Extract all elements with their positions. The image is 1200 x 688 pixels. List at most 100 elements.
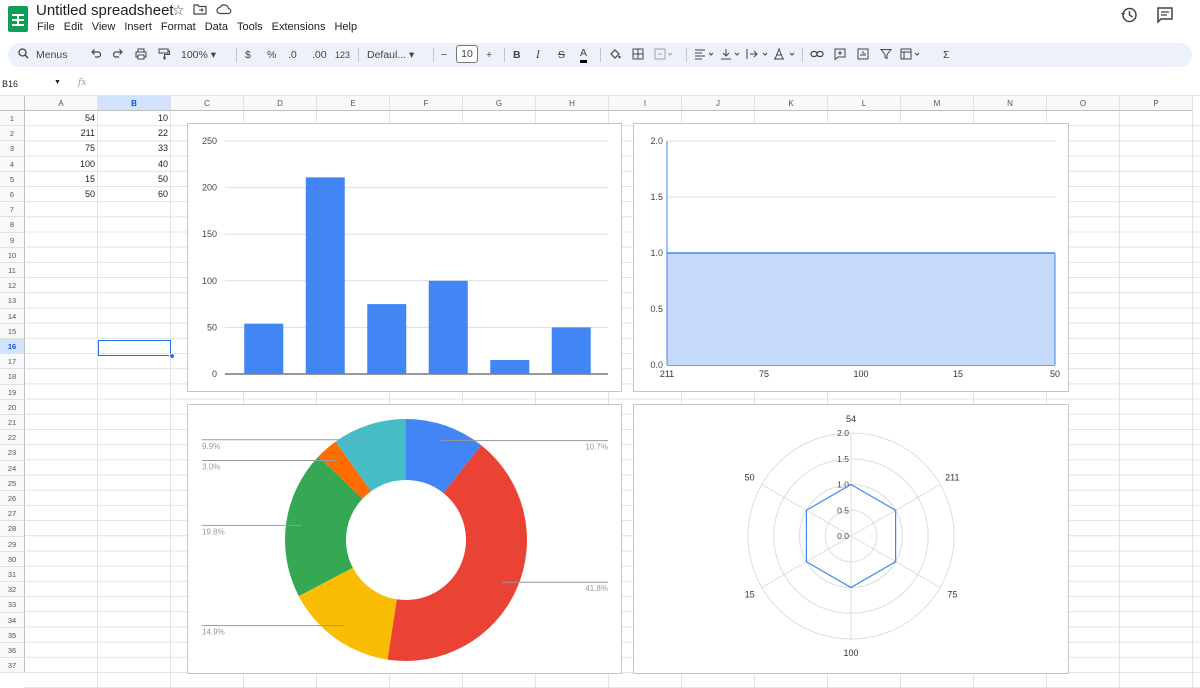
bold-button[interactable]: B (513, 48, 521, 62)
row-header[interactable]: 4 (0, 156, 25, 172)
zoom-select[interactable]: 100% ▾ (181, 48, 216, 62)
cloud-saved-icon[interactable] (216, 2, 232, 18)
row-header[interactable]: 10 (0, 247, 25, 263)
sheets-logo-icon[interactable] (8, 6, 28, 32)
row-header[interactable]: 28 (0, 521, 25, 537)
bar-chart[interactable]: 0 50 100 150 200 250 (187, 123, 622, 392)
row-header[interactable]: 5 (0, 171, 25, 187)
menu-insert[interactable]: Insert (124, 21, 152, 33)
column-header-n[interactable]: N (974, 96, 1047, 111)
filter-views-icon[interactable] (900, 48, 922, 62)
horizontal-align-icon[interactable] (694, 48, 716, 62)
row-header[interactable]: 19 (0, 384, 25, 400)
column-header-j[interactable]: J (682, 96, 755, 111)
cell-a6[interactable]: 50 (25, 187, 98, 202)
donut-chart[interactable]: 10.7% 41.8% 14.9% 19.8% 3.0% 9.9% (187, 404, 622, 674)
fill-handle[interactable] (169, 353, 175, 359)
font-select[interactable]: Defaul... ▾ (367, 48, 414, 62)
row-header[interactable]: 26 (0, 491, 25, 507)
text-rotation-icon[interactable] (773, 47, 797, 62)
column-header-b[interactable]: B (98, 96, 171, 111)
row-header[interactable]: 16 (0, 339, 25, 355)
row-header[interactable]: 12 (0, 278, 25, 294)
column-header-o[interactable]: O (1047, 96, 1120, 111)
menu-help[interactable]: Help (334, 21, 357, 33)
row-header[interactable]: 24 (0, 460, 25, 476)
row-header[interactable]: 7 (0, 202, 25, 218)
search-menus-label[interactable]: Menus (36, 48, 68, 62)
row-header[interactable]: 34 (0, 612, 25, 628)
select-all-corner[interactable] (0, 96, 25, 111)
decrease-decimal-button[interactable]: .0 (288, 48, 297, 62)
borders-icon[interactable] (632, 48, 644, 62)
search-menus-icon[interactable] (18, 48, 29, 62)
row-header[interactable]: 3 (0, 141, 25, 157)
row-header[interactable]: 32 (0, 582, 25, 598)
cell-a1[interactable]: 54 (25, 111, 98, 126)
menu-tools[interactable]: Tools (237, 21, 263, 33)
menu-format[interactable]: Format (161, 21, 196, 33)
row-header[interactable]: 37 (0, 658, 25, 674)
name-box[interactable]: B16 (2, 79, 18, 89)
row-header[interactable]: 9 (0, 232, 25, 248)
column-header-d[interactable]: D (244, 96, 317, 111)
menu-edit[interactable]: Edit (64, 21, 83, 33)
move-folder-icon[interactable] (193, 2, 207, 18)
column-header-e[interactable]: E (317, 96, 390, 111)
print-icon[interactable] (135, 48, 147, 62)
row-header[interactable]: 14 (0, 308, 25, 324)
row-header[interactable]: 13 (0, 293, 25, 309)
comments-icon[interactable] (1156, 6, 1174, 24)
row-header[interactable]: 22 (0, 430, 25, 446)
column-header-p[interactable]: P (1120, 96, 1193, 111)
row-header[interactable]: 11 (0, 263, 25, 279)
row-header[interactable]: 29 (0, 536, 25, 552)
cell-b1[interactable]: 10 (98, 111, 171, 126)
cell-b3[interactable]: 33 (98, 141, 171, 156)
merge-cells-icon[interactable] (654, 48, 674, 62)
cell-b5[interactable]: 50 (98, 172, 171, 187)
insert-chart-icon[interactable] (857, 48, 869, 62)
row-header[interactable]: 18 (0, 369, 25, 385)
column-header-f[interactable]: F (390, 96, 463, 111)
paint-format-icon[interactable] (158, 48, 170, 62)
row-header[interactable]: 20 (0, 399, 25, 415)
row-header[interactable]: 15 (0, 323, 25, 339)
column-header-h[interactable]: H (536, 96, 609, 111)
row-header[interactable]: 2 (0, 126, 25, 142)
row-header[interactable]: 17 (0, 354, 25, 370)
text-color-button[interactable]: A (580, 48, 588, 63)
row-header[interactable]: 25 (0, 475, 25, 491)
row-header[interactable]: 8 (0, 217, 25, 233)
menu-view[interactable]: View (92, 21, 116, 33)
name-box-dropdown-icon[interactable]: ▼ (54, 79, 61, 86)
cell-b4[interactable]: 40 (98, 157, 171, 172)
cell-b6[interactable]: 60 (98, 187, 171, 202)
row-header[interactable]: 1 (0, 111, 25, 127)
increase-font-size-button[interactable]: + (486, 48, 492, 62)
column-header-g[interactable]: G (463, 96, 536, 111)
menu-data[interactable]: Data (205, 21, 228, 33)
version-history-icon[interactable] (1120, 6, 1138, 24)
cell-a4[interactable]: 100 (25, 157, 98, 172)
column-header-m[interactable]: M (901, 96, 974, 111)
row-header[interactable]: 31 (0, 567, 25, 583)
italic-button[interactable]: I (536, 48, 540, 62)
row-header[interactable]: 35 (0, 627, 25, 643)
column-header-a[interactable]: A (25, 96, 98, 111)
cell-a3[interactable]: 75 (25, 141, 98, 156)
decrease-font-size-button[interactable]: − (441, 48, 447, 62)
column-header-c[interactable]: C (171, 96, 244, 111)
insert-link-icon[interactable] (810, 48, 824, 62)
cell-b2[interactable]: 22 (98, 126, 171, 141)
column-header-l[interactable]: L (828, 96, 901, 111)
selected-cell-outline[interactable] (98, 340, 171, 356)
font-size-input[interactable]: 10 (456, 45, 478, 63)
cell-a5[interactable]: 15 (25, 172, 98, 187)
filter-icon[interactable] (879, 48, 893, 62)
vertical-align-icon[interactable] (720, 48, 742, 62)
document-title[interactable]: Untitled spreadsheet (36, 2, 174, 19)
text-wrapping-icon[interactable] (746, 48, 770, 62)
area-chart[interactable]: 0.0 0.5 1.0 1.5 2.0 211 75 100 15 50 (633, 123, 1069, 392)
row-header[interactable]: 27 (0, 506, 25, 522)
